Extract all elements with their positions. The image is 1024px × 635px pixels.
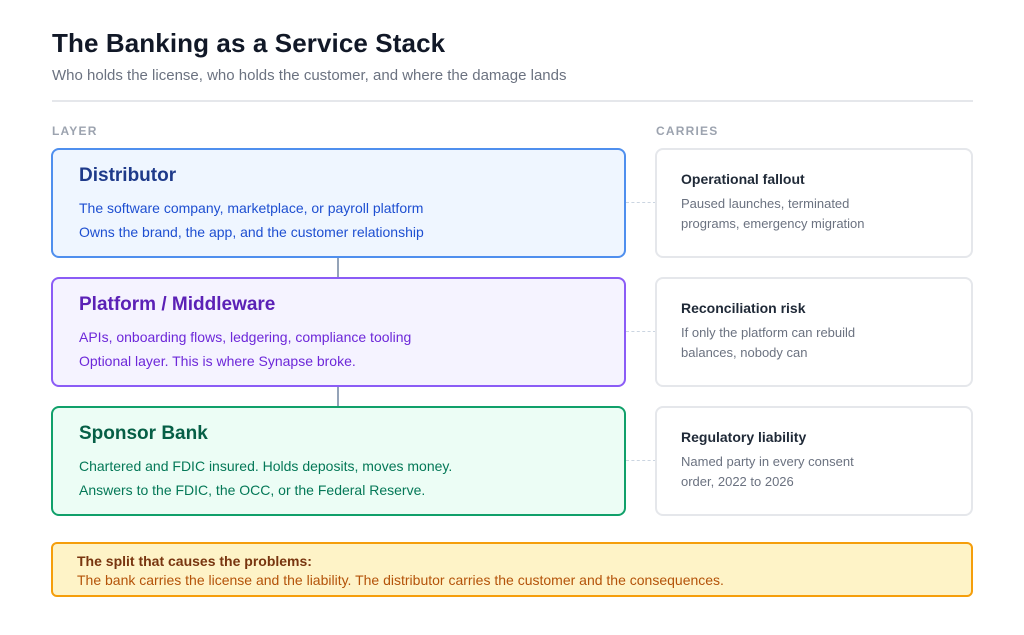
layer-connector [337,387,339,406]
dashed-link [626,202,656,203]
layer-description-line: APIs, onboarding flows, ledgering, compl… [79,329,412,345]
carries-title: Regulatory liability [681,429,807,445]
header-divider [52,100,973,102]
layer-description-line: Owns the brand, the app, and the custome… [79,224,424,240]
layer-platform-middleware: Platform / Middleware APIs, onboarding f… [51,277,626,387]
callout-title: The split that causes the problems: [77,553,312,569]
layer-sponsor-bank: Sponsor Bank Chartered and FDIC insured.… [51,406,626,516]
carries-title: Reconciliation risk [681,300,806,316]
carries-title: Operational fallout [681,171,805,187]
carries-description-line: If only the platform can rebuild [681,325,856,340]
dashed-link [626,331,656,332]
callout-box: The split that causes the problems: The … [51,542,973,597]
callout-text: The bank carries the license and the lia… [77,572,724,588]
page-title: The Banking as a Service Stack [52,28,446,58]
carries-column-label: CARRIES [656,124,719,138]
carries-regulatory-liability: Regulatory liability Named party in ever… [655,406,973,516]
carries-description-line: programs, emergency migration [681,216,865,231]
layer-description-line: Answers to the FDIC, the OCC, or the Fed… [79,482,426,498]
layer-name: Sponsor Bank [79,423,208,444]
carries-description-line: order, 2022 to 2026 [681,474,794,489]
layer-description-line: Chartered and FDIC insured. Holds deposi… [79,458,453,474]
layer-name: Distributor [79,165,177,186]
layer-description-line: Optional layer. This is where Synapse br… [79,353,356,369]
layer-distributor: Distributor The software company, market… [51,148,626,258]
layer-name: Platform / Middleware [79,294,276,315]
page-subtitle: Who holds the license, who holds the cus… [52,67,567,84]
carries-operational-fallout: Operational fallout Paused launches, ter… [655,148,973,258]
carries-description-line: Paused launches, terminated [681,196,850,211]
layer-column-label: LAYER [52,124,98,138]
carries-reconciliation-risk: Reconciliation risk If only the platform… [655,277,973,387]
carries-description-line: Named party in every consent [681,454,854,469]
layer-description-line: The software company, marketplace, or pa… [79,200,424,216]
carries-description-line: balances, nobody can [681,345,808,360]
dashed-link [626,460,656,461]
layer-connector [337,258,339,277]
